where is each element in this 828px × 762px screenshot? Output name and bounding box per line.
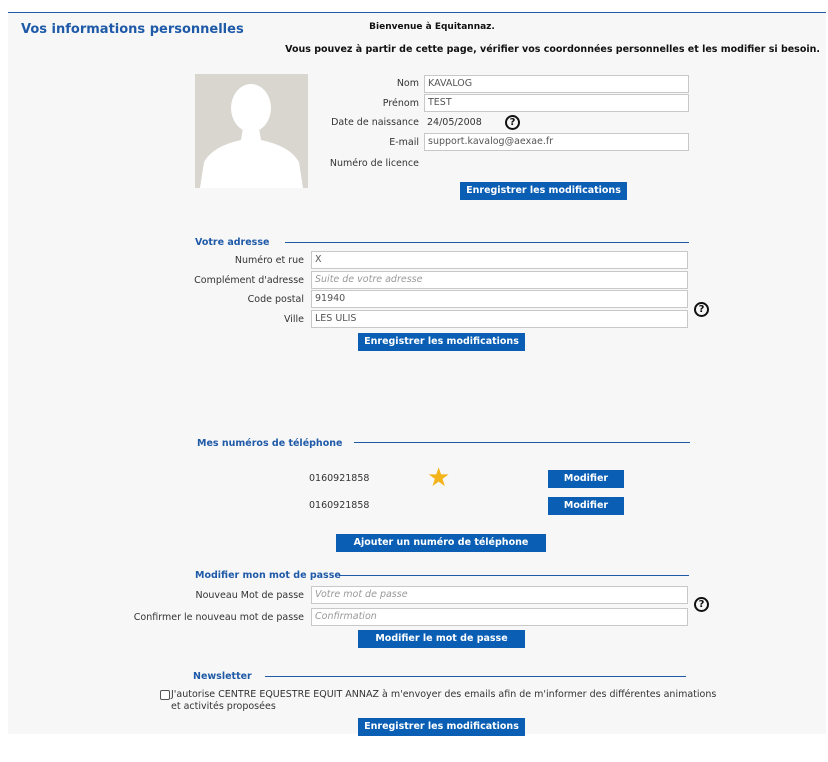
save-identity-button[interactable]: Enregistrer les modifications [460,182,627,200]
postal-label: Code postal [247,294,304,305]
welcome-text: Bienvenue à Equitannaz. [369,22,495,32]
prenom-field[interactable]: TEST [424,94,689,112]
confirm-password-label: Confirmer le nouveau mot de passe [133,612,304,623]
intro-text: Vous pouvez à partir de cette page, véri… [285,44,820,55]
modify-phone-2-button[interactable]: Modifier [548,497,624,515]
email-field[interactable]: support.kavalog@aexae.fr [424,133,689,151]
password-section-divider [339,575,689,576]
avatar-placeholder-icon [195,74,308,188]
newsletter-consent-text: J'autorise CENTRE EQUESTRE EQUIT ANNAZ à… [171,689,717,712]
phones-section-divider [354,442,690,443]
modify-phone-1-button[interactable]: Modifier [548,470,624,488]
newsletter-checkbox[interactable] [160,690,170,700]
newsletter-section-title: Newsletter [193,671,252,682]
phone-number-2: 0160921858 [309,500,370,511]
address-help-icon[interactable]: ? [694,302,709,317]
nom-label: Nom [396,78,419,89]
city-label: Ville [283,314,304,325]
prenom-label: Prénom [382,98,419,109]
complement-label: Complément d'adresse [194,275,304,286]
profile-page: Vos informations personnelles Bienvenue … [8,12,826,736]
password-help-icon[interactable]: ? [694,597,709,612]
complement-field[interactable]: Suite de votre adresse [311,271,688,289]
street-label: Numéro et rue [234,255,304,266]
licence-label: Numéro de licence [329,158,419,169]
address-section-divider [285,242,689,243]
avatar [195,74,308,188]
nom-field[interactable]: KAVALOG [424,75,689,93]
save-newsletter-button[interactable]: Enregistrer les modifications [358,718,525,736]
city-field[interactable]: LES ULIS [311,310,688,328]
dob-help-icon[interactable]: ? [505,115,520,130]
favorite-star-icon[interactable]: ★ [427,465,450,491]
address-section-title: Votre adresse [195,237,270,248]
save-address-button[interactable]: Enregistrer les modifications [358,333,525,351]
new-password-label: Nouveau Mot de passe [195,590,304,601]
street-field[interactable]: X [311,251,688,269]
newsletter-section-divider [265,676,686,677]
add-phone-button[interactable]: Ajouter un numéro de téléphone [336,534,546,552]
dob-value: 24/05/2008 [427,117,482,128]
phones-section-title: Mes numéros de téléphone [197,438,343,449]
confirm-password-field[interactable]: Confirmation [311,608,688,626]
change-password-button[interactable]: Modifier le mot de passe [358,630,525,648]
new-password-field[interactable]: Votre mot de passe [311,586,688,604]
email-label: E-mail [389,137,419,148]
postal-field[interactable]: 91940 [311,290,688,308]
dob-label: Date de naissance [331,117,419,128]
phone-number-1: 0160921858 [309,473,370,484]
password-section-title: Modifier mon mot de passe [195,570,341,581]
